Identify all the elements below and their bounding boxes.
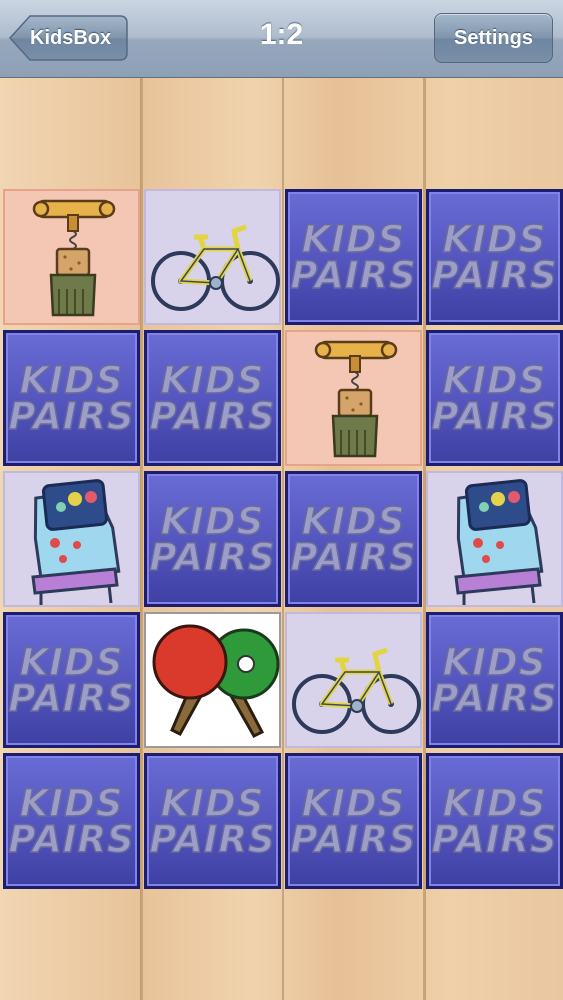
card-logo-line2: PAIRS xyxy=(8,676,135,721)
card-logo-line2: PAIRS xyxy=(8,394,135,439)
memory-card-face-down[interactable]: KIDS PAIRS xyxy=(3,330,140,466)
memory-card-face-down[interactable]: KIDS PAIRS xyxy=(144,330,281,466)
settings-button[interactable]: Settings xyxy=(434,13,553,63)
game-board: KIDS PAIRS KIDS PAIRS KIDS PAIRS KIDS PAIRS KID… xyxy=(0,189,563,895)
card-logo-line2: PAIRS xyxy=(431,394,558,439)
card-logo-line2: PAIRS xyxy=(149,817,276,862)
card-logo-line2: PAIRS xyxy=(149,394,276,439)
memory-card-face-down[interactable]: KIDS PAIRS xyxy=(144,753,281,889)
memory-card-pinball[interactable] xyxy=(426,471,563,607)
memory-card-ping-pong[interactable] xyxy=(144,612,281,748)
card-logo-line2: PAIRS xyxy=(149,535,276,580)
card-logo-line2: PAIRS xyxy=(431,676,558,721)
memory-card-bicycle[interactable] xyxy=(285,612,422,748)
card-logo-line2: PAIRS xyxy=(8,817,135,862)
card-logo-line2: PAIRS xyxy=(290,817,417,862)
card-logo-line2: PAIRS xyxy=(431,817,558,862)
memory-card-face-down[interactable]: KIDS PAIRS xyxy=(426,612,563,748)
memory-card-face-down[interactable]: KIDS PAIRS xyxy=(144,471,281,607)
memory-card-face-down[interactable]: KIDS PAIRS xyxy=(426,753,563,889)
memory-card-face-down[interactable]: KIDS PAIRS xyxy=(285,471,422,607)
memory-card-face-down[interactable]: KIDS PAIRS xyxy=(426,189,563,325)
memory-card-corkscrew[interactable] xyxy=(3,189,140,325)
memory-card-face-down[interactable]: KIDS PAIRS xyxy=(285,753,422,889)
memory-card-face-down[interactable]: KIDS PAIRS xyxy=(426,330,563,466)
memory-card-corkscrew[interactable] xyxy=(285,330,422,466)
memory-card-face-down[interactable]: KIDS PAIRS xyxy=(3,612,140,748)
card-logo-line2: PAIRS xyxy=(290,253,417,298)
card-logo-line2: PAIRS xyxy=(431,253,558,298)
memory-card-face-down[interactable]: KIDS PAIRS xyxy=(3,753,140,889)
navigation-bar: KidsBox 1:2 Settings xyxy=(0,0,563,78)
memory-card-face-down[interactable]: KIDS PAIRS xyxy=(285,189,422,325)
memory-card-bicycle[interactable] xyxy=(144,189,281,325)
card-logo-line2: PAIRS xyxy=(290,535,417,580)
memory-card-pinball[interactable] xyxy=(3,471,140,607)
